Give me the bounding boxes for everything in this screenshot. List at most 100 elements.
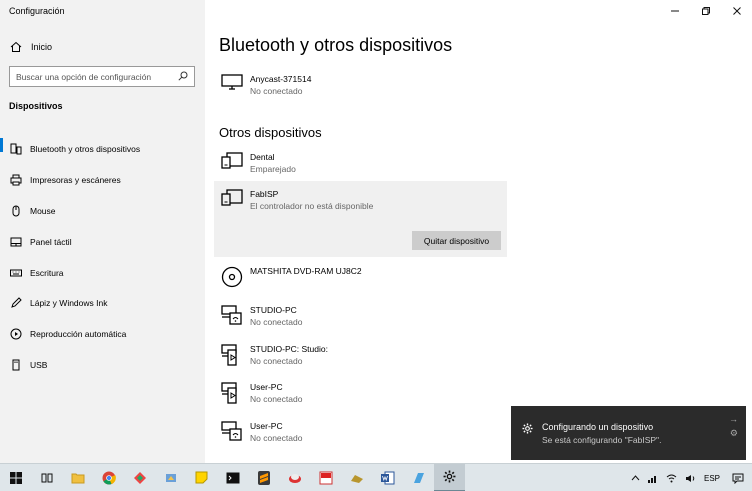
device-status: No conectado xyxy=(250,433,303,443)
device-icon xyxy=(214,181,250,207)
file-explorer-icon[interactable] xyxy=(62,464,93,491)
app-icon[interactable] xyxy=(310,464,341,491)
page-title: Bluetooth y otros dispositivos xyxy=(219,35,453,55)
taskbar: ESP xyxy=(0,463,752,491)
device-name: Anycast-371514 xyxy=(250,74,312,84)
restore-icon[interactable] xyxy=(690,0,721,22)
nav-home[interactable]: Inicio xyxy=(9,39,52,55)
arrow-right-icon[interactable]: → xyxy=(729,414,738,424)
nav-item-pen[interactable]: Lápiz y Windows Ink xyxy=(0,288,205,319)
nav-item-autoplay[interactable]: Reproducción automática xyxy=(0,319,205,350)
search-box[interactable] xyxy=(9,66,195,87)
device-studio-pc-studio[interactable]: STUDIO-PC: Studio: No conectado xyxy=(214,341,507,367)
device-name: Dental xyxy=(250,152,275,162)
wifi-icon[interactable] xyxy=(662,474,681,483)
nav-item-label: Bluetooth y otros dispositivos xyxy=(30,144,141,155)
device-anycast[interactable]: Anycast-371514 No conectado xyxy=(214,71,507,97)
device-name: MATSHITA DVD-RAM UJ8C2 xyxy=(250,266,362,276)
sticky-notes-icon[interactable] xyxy=(186,464,217,491)
nav-item-label: Impresoras y escáneres xyxy=(30,175,121,186)
network-device-icon xyxy=(214,302,250,325)
device-studio-pc[interactable]: STUDIO-PC No conectado xyxy=(214,302,507,328)
toast-body: Se está configurando "FabISP". xyxy=(542,435,662,445)
device-status: No conectado xyxy=(250,356,303,366)
nav-item-usb[interactable]: USB xyxy=(0,350,205,381)
home-label: Inicio xyxy=(31,42,53,52)
app-title: Configuración xyxy=(9,6,65,16)
device-name: STUDIO-PC xyxy=(250,305,297,315)
bluetooth-devices-icon xyxy=(9,143,23,155)
nav-item-mouse[interactable]: Mouse xyxy=(0,196,205,227)
task-view-icon[interactable] xyxy=(31,464,62,491)
pen-icon xyxy=(9,297,23,309)
chrome-icon[interactable] xyxy=(93,464,124,491)
close-icon[interactable] xyxy=(721,0,752,22)
device-status: No conectado xyxy=(250,86,303,96)
device-dvd[interactable]: MATSHITA DVD-RAM UJ8C2 xyxy=(214,263,507,288)
volume-icon[interactable] xyxy=(681,474,700,483)
app-icon[interactable] xyxy=(341,464,372,491)
nav-item-label: Escritura xyxy=(30,267,64,278)
device-user-pc-media[interactable]: User-PC No conectado xyxy=(214,379,507,405)
network-icon[interactable] xyxy=(644,474,662,483)
device-user-pc-network[interactable]: User-PC No conectado xyxy=(214,418,507,444)
nav-item-typing[interactable]: Escritura xyxy=(0,257,205,288)
monitor-icon xyxy=(214,71,250,90)
device-status: No conectado xyxy=(250,394,303,404)
nav-item-label: USB xyxy=(30,359,48,370)
nav-item-bluetooth[interactable]: Bluetooth y otros dispositivos xyxy=(0,134,205,165)
sidebar: Configuración Inicio Dispositivos Blueto… xyxy=(0,0,205,463)
nav-item-label: Mouse xyxy=(30,205,56,216)
autoplay-icon xyxy=(9,328,23,340)
other-devices-heading: Otros dispositivos xyxy=(219,125,322,140)
device-icon xyxy=(214,149,250,170)
device-status: Emparejado xyxy=(250,164,296,174)
settings-icon[interactable] xyxy=(434,463,465,491)
section-label: Dispositivos xyxy=(9,101,63,111)
disc-icon xyxy=(214,263,250,288)
app-icon[interactable] xyxy=(124,464,155,491)
keyboard-icon xyxy=(9,267,23,279)
nav-item-printers[interactable]: Impresoras y escáneres xyxy=(0,165,205,196)
app-icon[interactable] xyxy=(279,464,310,491)
device-status: El controlador no está disponible xyxy=(250,201,374,211)
device-fabisp[interactable]: FabISP El controlador no está disponible… xyxy=(214,181,507,257)
network-device-icon xyxy=(214,418,250,441)
terminal-icon[interactable] xyxy=(217,464,248,491)
settings-icon[interactable]: ⚙ xyxy=(730,428,738,439)
usb-icon xyxy=(9,359,23,371)
word-icon[interactable] xyxy=(372,464,403,491)
mouse-icon xyxy=(9,205,23,217)
language-indicator[interactable]: ESP xyxy=(700,474,724,483)
search-icon[interactable] xyxy=(178,68,188,86)
chevron-up-icon[interactable] xyxy=(627,475,644,481)
app-icon[interactable] xyxy=(403,464,434,491)
nav-item-label: Panel táctil xyxy=(30,236,72,247)
toast-notification[interactable]: Configurando un dispositivo Se está conf… xyxy=(511,406,746,460)
system-tray: ESP xyxy=(627,464,752,491)
nav-list: Bluetooth y otros dispositivos Impresora… xyxy=(0,134,205,380)
printer-icon xyxy=(9,174,23,186)
search-input[interactable] xyxy=(16,71,178,82)
windows-start-icon[interactable] xyxy=(0,464,31,491)
device-name: STUDIO-PC: Studio: xyxy=(250,344,328,354)
touchpad-icon xyxy=(9,236,23,248)
window-controls xyxy=(659,0,752,22)
device-name: User-PC xyxy=(250,382,283,392)
minimize-icon[interactable] xyxy=(659,0,690,22)
sublime-icon[interactable] xyxy=(248,464,279,491)
notifications-icon[interactable] xyxy=(724,473,752,484)
remove-device-button[interactable]: Quitar dispositivo xyxy=(412,231,501,250)
nav-item-label: Reproducción automática xyxy=(30,329,127,340)
device-name: FabISP xyxy=(250,189,279,199)
home-icon xyxy=(9,41,23,53)
nav-item-label: Lápiz y Windows Ink xyxy=(30,298,108,309)
toast-title: Configurando un dispositivo xyxy=(542,422,654,432)
app-icon[interactable] xyxy=(155,464,186,491)
gear-icon xyxy=(522,421,533,439)
media-device-icon xyxy=(214,341,250,366)
device-name: User-PC xyxy=(250,421,283,431)
nav-item-touchpad[interactable]: Panel táctil xyxy=(0,226,205,257)
device-status: No conectado xyxy=(250,317,303,327)
device-dental[interactable]: Dental Emparejado xyxy=(214,149,507,175)
